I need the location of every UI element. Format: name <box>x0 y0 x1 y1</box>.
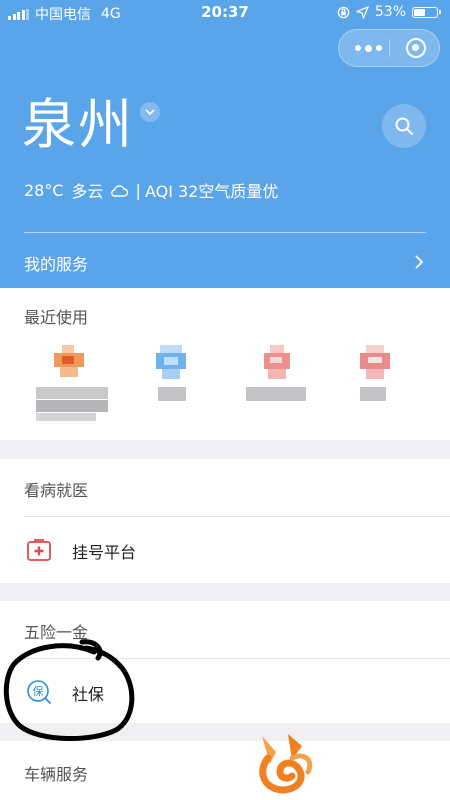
more-menu-icon[interactable] <box>355 30 382 66</box>
my-services-label: 我的服务 <box>24 255 89 274</box>
medical-section: 看病就医 挂号平台 <box>0 459 450 583</box>
my-services-row[interactable]: 我的服务 <box>0 240 450 286</box>
chevron-down-icon[interactable] <box>140 102 160 122</box>
recent-item-3-icon <box>262 345 292 381</box>
battery-icon <box>412 6 441 18</box>
status-bar: 中国电信 4G 20:37 53% <box>0 0 450 26</box>
svg-text:保: 保 <box>33 684 44 698</box>
medical-section-title: 看病就医 <box>24 481 89 500</box>
temperature: 28°C <box>24 180 64 200</box>
recent-item-1-label <box>36 387 132 421</box>
search-icon <box>395 117 414 136</box>
weather-condition: 多云 <box>71 182 104 201</box>
recent-item-4-icon <box>360 345 390 381</box>
recent-section-title: 最近使用 <box>24 308 89 327</box>
recent-item-1-icon <box>54 345 84 381</box>
registration-platform-label: 挂号平台 <box>72 543 137 562</box>
insurance-section: 五险一金 保 社保 <box>0 601 450 723</box>
search-button[interactable] <box>382 104 426 148</box>
header-divider <box>24 232 426 233</box>
recent-item-1[interactable] <box>36 345 132 435</box>
city-name[interactable]: 泉州 <box>22 92 134 158</box>
recent-item-3-label <box>246 387 342 421</box>
recent-item-4-label <box>356 387 450 421</box>
battery-percent: 53% <box>374 4 406 20</box>
status-right: 53% <box>337 4 441 20</box>
vehicle-section: 车辆服务 <box>0 741 450 800</box>
recent-item-3[interactable] <box>246 345 342 435</box>
recent-item-2[interactable] <box>156 345 252 435</box>
insurance-section-title: 五险一金 <box>24 623 89 642</box>
social-security-icon: 保 <box>27 680 51 704</box>
weather-separator: | <box>135 180 141 200</box>
social-security-label: 社保 <box>72 685 105 704</box>
location-arrow-icon <box>356 5 369 19</box>
vehicle-section-title: 车辆服务 <box>24 765 89 784</box>
recent-item-4[interactable] <box>356 345 450 435</box>
cloud-icon <box>110 184 128 197</box>
fox-logo-watermark <box>259 734 313 794</box>
rotation-lock-icon <box>337 6 350 18</box>
capsule-divider <box>389 39 390 57</box>
chevron-right-icon <box>415 255 424 269</box>
hospital-kit-icon <box>27 539 51 561</box>
city-selector: 泉州 <box>22 92 160 158</box>
battery-fill <box>414 8 425 16</box>
recent-item-2-icon <box>156 345 186 381</box>
close-target-icon[interactable] <box>406 38 426 58</box>
miniprogram-capsule <box>338 29 440 67</box>
weather-summary: 28°C 多云 | AQI 32空气质量优 <box>24 178 278 202</box>
aqi-label: AQI 32空气质量优 <box>144 182 279 201</box>
registration-platform-row[interactable]: 挂号平台 <box>0 517 450 583</box>
social-security-row[interactable]: 保 社保 <box>0 659 450 725</box>
recent-item-2-label <box>156 387 252 421</box>
city-header: 中国电信 4G 20:37 53% 泉州 28°C 多云 | AQI 32空气质… <box>0 0 450 288</box>
